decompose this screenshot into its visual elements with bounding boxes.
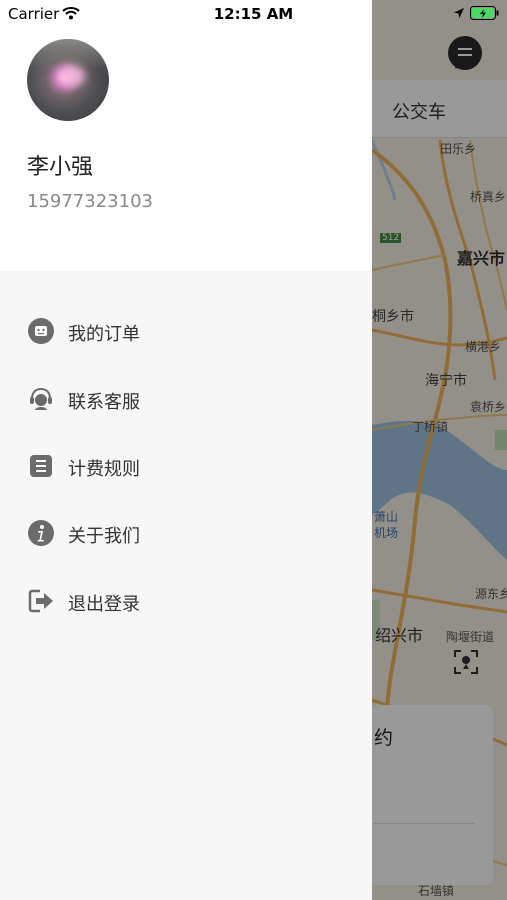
- drawer-header: 李小强 15977323103: [0, 0, 372, 270]
- menu-item-pricing-rules[interactable]: 计费规则: [0, 438, 372, 494]
- menu-item-label: 关于我们: [68, 526, 140, 547]
- user-name: 李小强: [27, 155, 94, 180]
- rules-icon: [30, 455, 52, 477]
- avatar[interactable]: [27, 39, 109, 121]
- info-icon: [28, 520, 54, 546]
- battery-icon: [470, 6, 499, 20]
- menu-item-orders[interactable]: 我的订单: [0, 303, 372, 359]
- menu-item-customer-service[interactable]: 联系客服: [0, 371, 372, 427]
- order-icon: [28, 318, 54, 344]
- menu-item-label: 联系客服: [68, 392, 140, 413]
- user-phone: 15977323103: [27, 191, 153, 212]
- menu-item-label: 退出登录: [68, 594, 140, 615]
- location-arrow-icon: [454, 8, 464, 18]
- menu-item-about-us[interactable]: 关于我们: [0, 505, 372, 561]
- menu-item-label: 我的订单: [68, 324, 140, 345]
- status-time: 12:15 AM: [213, 5, 294, 23]
- customer-service-icon: [30, 387, 52, 410]
- logout-icon: [28, 589, 53, 613]
- menu-item-logout[interactable]: 退出登录: [0, 573, 372, 629]
- menu-item-label: 计费规则: [68, 459, 140, 480]
- side-drawer: 李小强 15977323103 我的订单 联系客服 计费规则 关于我们 退出登录: [0, 0, 372, 900]
- status-bar: Carrier 12:15 AM: [0, 0, 507, 28]
